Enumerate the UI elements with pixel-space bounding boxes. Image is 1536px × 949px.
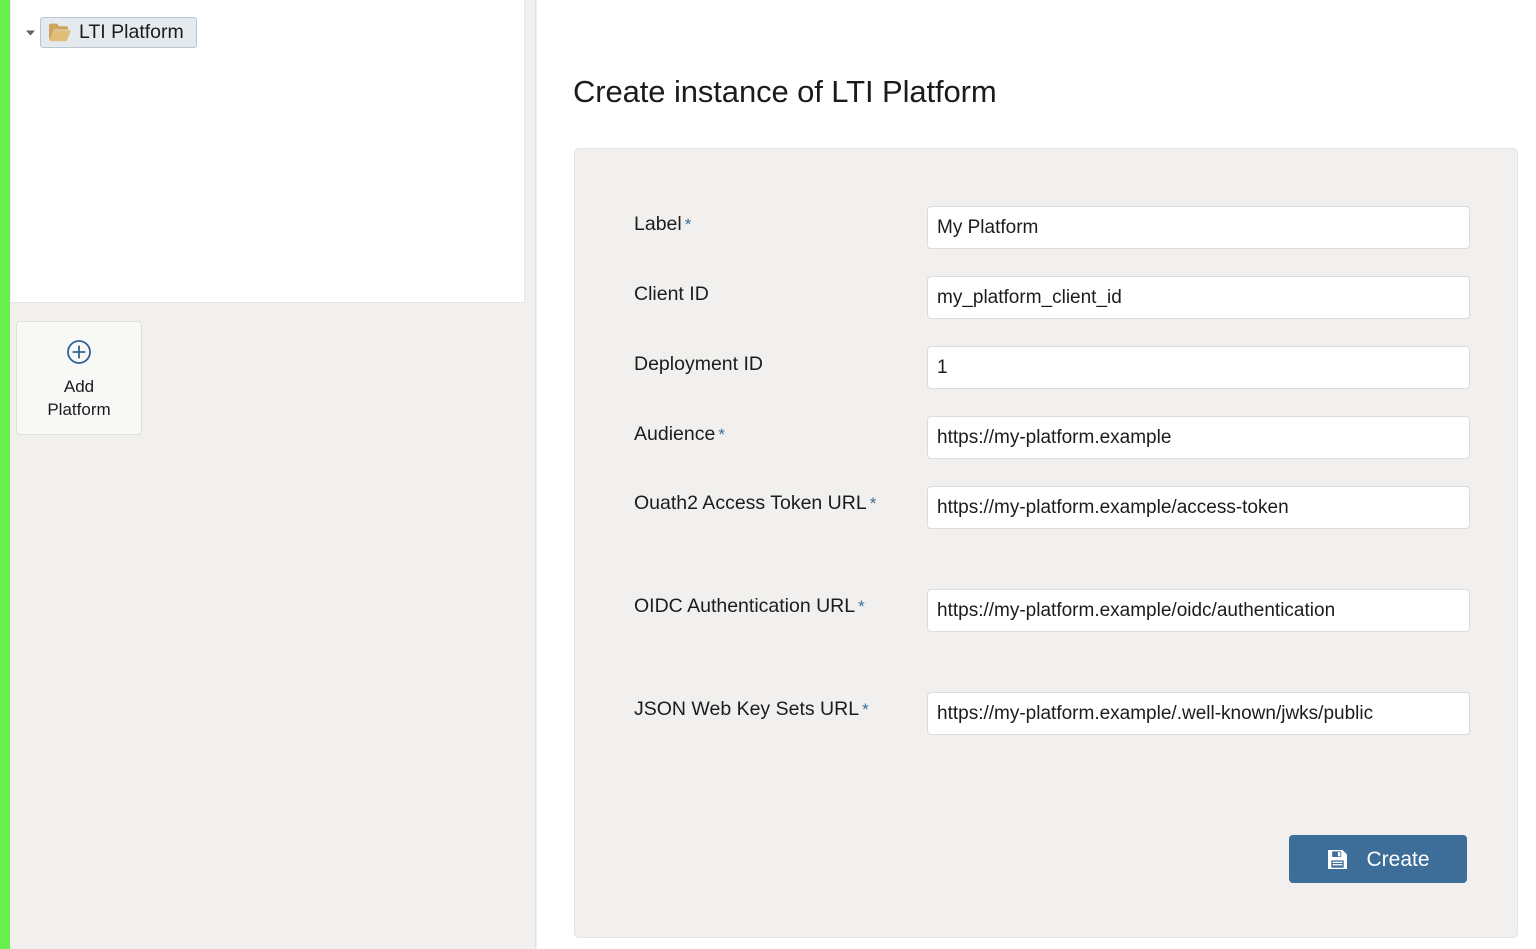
application-window: LTI Platform Add Platform Create instanc… <box>0 0 1536 949</box>
label-input[interactable]: My Platform <box>927 206 1470 249</box>
required-marker-icon: * <box>862 700 869 719</box>
sidebar-item-label: LTI Platform <box>79 23 184 43</box>
sidebar: LTI Platform Add Platform <box>10 0 536 949</box>
field-label-label: Label* <box>634 205 904 244</box>
field-label-oauth2-access-token-url: Ouath2 Access Token URL* <box>634 485 904 522</box>
required-marker-icon: * <box>858 597 865 616</box>
create-instance-form: Label* My Platform Client ID my_platform… <box>574 148 1518 938</box>
audience-input[interactable]: https://my-platform.example <box>927 416 1470 459</box>
jwks-url-input[interactable]: https://my-platform.example/.well-known/… <box>927 692 1470 735</box>
field-label-client-id: Client ID <box>634 275 904 313</box>
add-platform-label: Add Platform <box>47 375 110 421</box>
plus-circle-icon <box>66 339 92 375</box>
field-label-jwks-url: JSON Web Key Sets URL* <box>634 691 904 728</box>
deployment-id-input[interactable]: 1 <box>927 346 1470 389</box>
save-floppy-icon <box>1326 848 1349 871</box>
main-content: Create instance of LTI Platform Label* M… <box>537 0 1536 949</box>
tree-row: LTI Platform <box>11 17 524 48</box>
oidc-authentication-url-input[interactable]: https://my-platform.example/oidc/authent… <box>927 589 1470 632</box>
add-platform-button[interactable]: Add Platform <box>16 321 142 435</box>
create-button[interactable]: Create <box>1289 835 1467 883</box>
open-folder-icon <box>48 22 72 43</box>
required-marker-icon: * <box>685 215 692 234</box>
page-title: Create instance of LTI Platform <box>573 74 997 110</box>
required-marker-icon: * <box>718 425 725 444</box>
required-marker-icon: * <box>870 494 877 513</box>
client-id-input[interactable]: my_platform_client_id <box>927 276 1470 319</box>
chevron-down-icon[interactable] <box>20 23 40 43</box>
sidebar-item-lti-platform[interactable]: LTI Platform <box>40 17 197 48</box>
create-button-label: Create <box>1366 849 1429 870</box>
left-accent-bar <box>0 0 10 949</box>
oauth2-access-token-url-input[interactable]: https://my-platform.example/access-token <box>927 486 1470 529</box>
field-label-oidc-authentication-url: OIDC Authentication URL* <box>634 588 904 625</box>
field-label-audience: Audience* <box>634 415 904 454</box>
field-label-deployment-id: Deployment ID <box>634 345 904 383</box>
platform-tree-panel: LTI Platform <box>11 0 525 303</box>
